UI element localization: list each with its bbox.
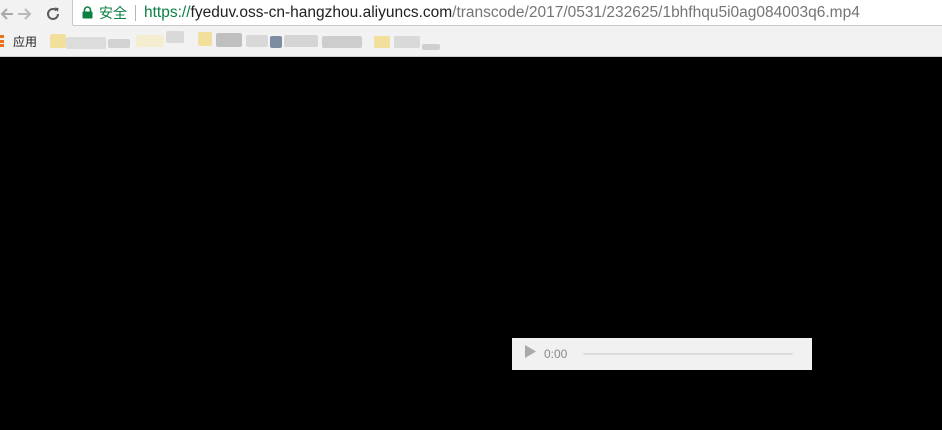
video-page: 0:00: [0, 57, 942, 430]
seek-bar[interactable]: [583, 353, 794, 355]
browser-toolbar: 安全 https://fyeduv.oss-cn-hangzhou.aliyun…: [0, 0, 942, 28]
bookmark-apps[interactable]: 应用: [0, 32, 37, 50]
blurred-bookmark-items: [48, 30, 440, 54]
back-arrow-icon: [0, 7, 14, 21]
media-player[interactable]: 0:00: [512, 338, 812, 370]
security-label[interactable]: 安全: [99, 3, 127, 23]
address-bar[interactable]: 安全 https://fyeduv.oss-cn-hangzhou.aliyun…: [72, 0, 942, 26]
current-time: 0:00: [544, 347, 568, 361]
url-scheme: https://: [144, 3, 191, 21]
reload-button[interactable]: [42, 3, 64, 25]
play-icon: [524, 345, 536, 363]
url-text[interactable]: https://fyeduv.oss-cn-hangzhou.aliyuncs.…: [144, 4, 860, 22]
url-host: fyeduv.oss-cn-hangzhou.aliyuncs.com: [190, 3, 453, 21]
forward-arrow-icon: [17, 7, 33, 21]
apps-grid-icon: [0, 35, 4, 47]
reload-icon: [45, 6, 61, 22]
lock-icon[interactable]: [81, 6, 93, 20]
bookmarks-bar: 应用: [0, 28, 942, 55]
browser-chrome: 安全 https://fyeduv.oss-cn-hangzhou.aliyun…: [0, 0, 942, 57]
apps-label: 应用: [13, 34, 38, 49]
url-path: /transcode/2017/0531/232625/1bhfhqu5i0ag…: [452, 3, 860, 21]
forward-button[interactable]: [14, 3, 36, 25]
play-button[interactable]: [524, 345, 536, 363]
address-divider: [135, 4, 136, 21]
